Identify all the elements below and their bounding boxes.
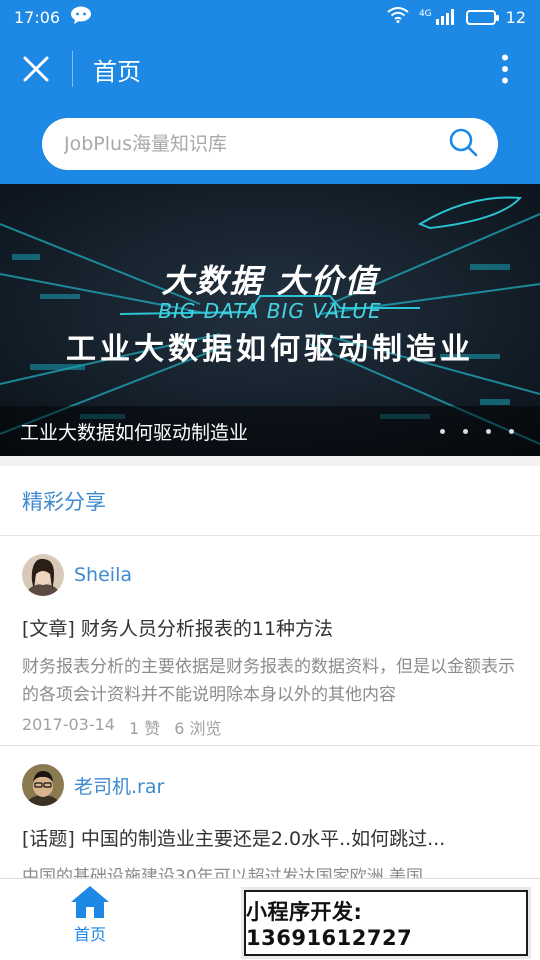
avatar[interactable] [22,554,64,596]
carousel-dot[interactable] [440,428,445,434]
post-excerpt: 中国的基础设施建设30年可以超过发达国家欧洲,美国 [22,867,424,878]
banner-caption-bar: 工业大数据如何驱动制造业 [0,406,540,456]
tab-home-label: 首页 [73,925,106,944]
more-vertical-icon [502,54,508,84]
feed: 精彩分享 Sheila [文章] 财务人员分析报表的11种方法 财务报表分析的主… [0,466,540,878]
battery-icon [465,9,499,25]
status-time: 17:06 [14,7,61,27]
search-area [0,104,540,184]
banner-carousel[interactable]: 大数据 大价值 BIG DATA BIG VALUE 工业大数据如何驱动制造业 … [0,184,540,456]
carousel-dot[interactable] [509,428,514,434]
title-bar: 首页 [0,34,540,104]
wifi-icon [387,7,409,27]
post-meta: 2017-03-14 1 赞 6 浏览 [22,715,518,739]
author-row[interactable]: 老司机.rar [22,760,518,810]
banner-subheadline: 工业大数据如何驱动制造业 [66,332,474,367]
banner-caption: 工业大数据如何驱动制造业 [20,421,249,444]
carousel-dot[interactable] [463,428,468,434]
close-button[interactable] [0,34,72,104]
post-title[interactable]: [文章] 财务人员分析报表的11种方法 [22,614,518,641]
carousel-indicators[interactable] [440,428,540,434]
page-title: 首页 [93,57,141,86]
post-title[interactable]: [话题] 中国的制造业主要还是2.0水平..如何跳过... [22,824,518,851]
close-icon [23,56,49,82]
post-excerpt: 财务报表分析的主要依据是财务报表的数据资料，但是以金额表示的各项会计资料并不能说… [22,657,515,705]
more-button[interactable] [470,34,540,104]
status-bar: 17:06 4G 12 [0,0,540,34]
promo-banner: 小程序开发: 13691612727 [244,890,528,956]
avatar[interactable] [22,764,64,806]
home-icon [71,886,109,918]
section-title: 精彩分享 [0,466,540,536]
network-type: 4G [418,9,432,19]
like-count: 1 赞 [128,719,161,738]
banner-english: BIG DATA BIG VALUE [158,299,382,323]
author-name[interactable]: Sheila [74,564,132,586]
carousel-dot[interactable] [486,428,491,434]
search-box[interactable] [42,118,498,170]
banner-headline: 大数据 大价值 [161,262,379,300]
tab-home[interactable]: 首页 [50,885,130,945]
signal-icon: 4G [419,9,456,25]
author-row[interactable]: Sheila [22,550,518,600]
battery-level: 12 [505,7,526,27]
view-count: 6 浏览 [174,719,222,738]
post-date: 2017-03-14 [22,715,115,734]
title-divider [72,51,73,87]
list-item[interactable]: 老司机.rar [话题] 中国的制造业主要还是2.0水平..如何跳过... 中国… [0,746,540,878]
wechat-icon [70,6,92,28]
search-input[interactable] [64,133,448,155]
author-name[interactable]: 老司机.rar [74,772,164,799]
search-icon[interactable] [448,127,478,161]
list-item[interactable]: Sheila [文章] 财务人员分析报表的11种方法 财务报表分析的主要依据是财… [0,536,540,746]
